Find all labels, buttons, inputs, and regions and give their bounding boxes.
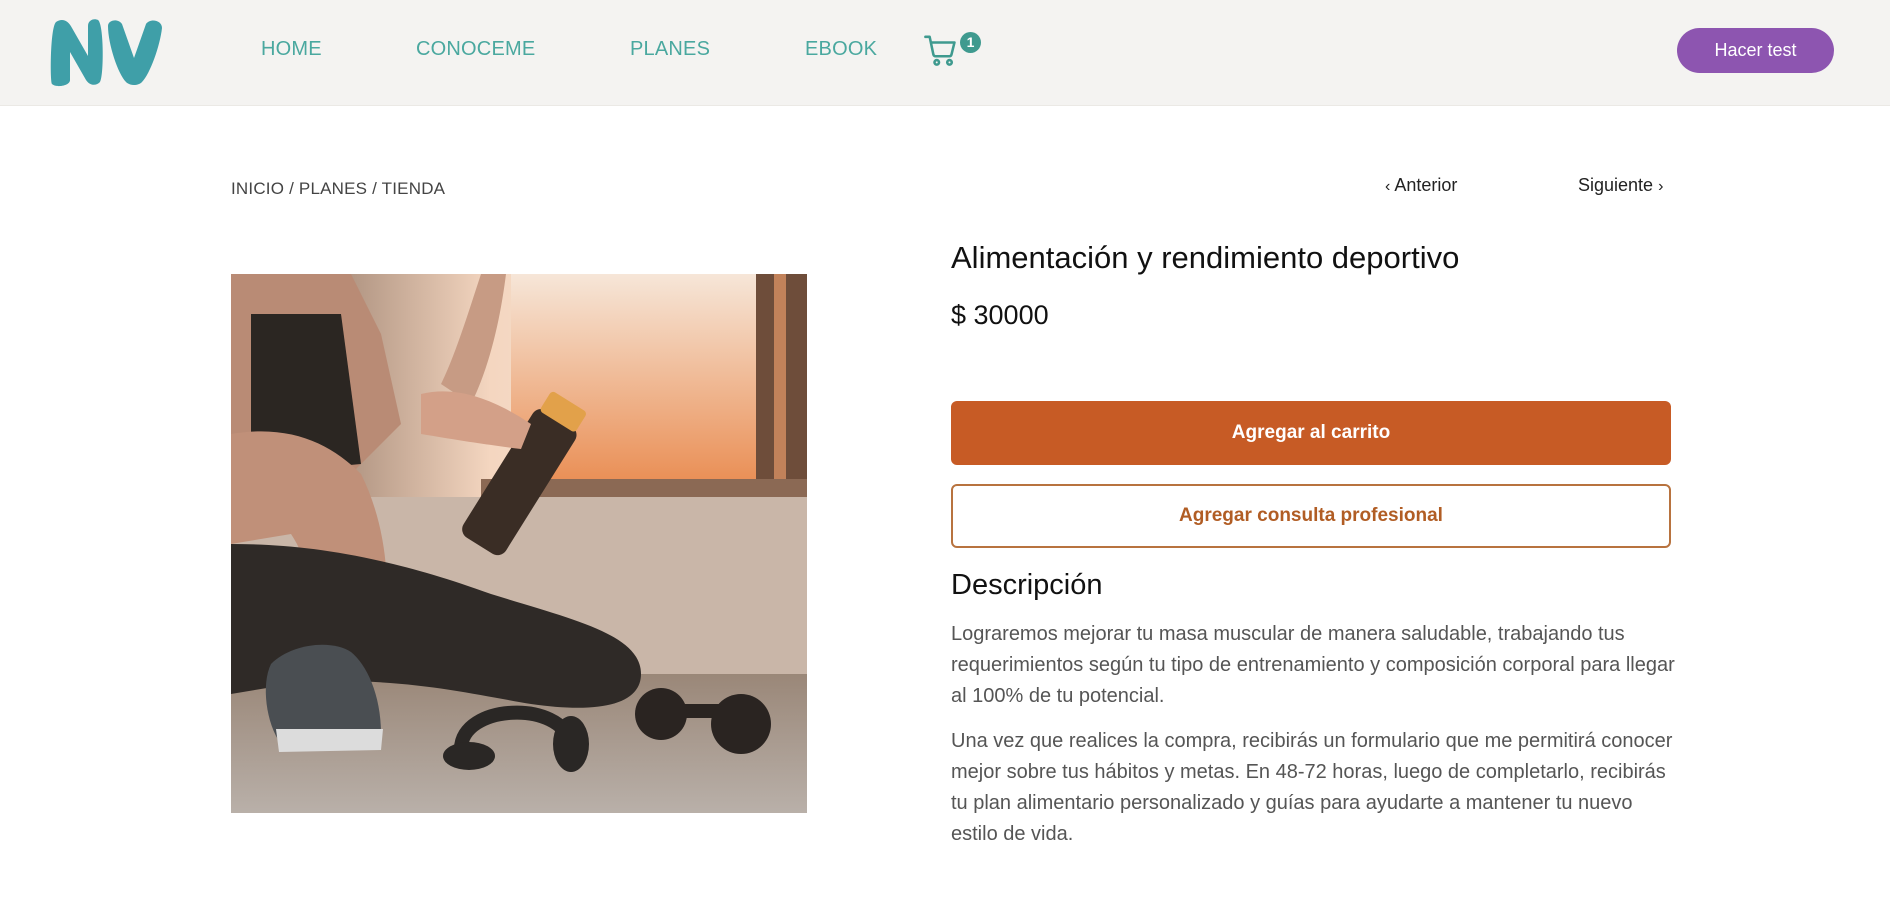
nav-conoceme[interactable]: CONOCEME	[416, 38, 535, 61]
previous-product-link[interactable]: ‹ Anterior	[1385, 175, 1457, 196]
cart-icon	[924, 35, 956, 66]
cart-button[interactable]: 1	[924, 28, 984, 72]
nav-ebook[interactable]: EBOOK	[805, 38, 877, 61]
nav-planes[interactable]: PLANES	[630, 38, 710, 61]
top-navigation-bar: NV HOME CONOCEME PLANES EBOOK 1 Hacer te…	[0, 0, 1890, 106]
add-consultation-button[interactable]: Agregar consulta profesional	[951, 484, 1671, 548]
product-title: Alimentación y rendimiento deportivo	[951, 240, 1460, 275]
description-heading: Descripción	[951, 569, 1103, 601]
chevron-left-icon: ‹	[1385, 178, 1391, 195]
description-paragraph-1: Lograremos mejorar tu masa muscular de m…	[951, 623, 1675, 707]
product-price: $ 30000	[951, 300, 1049, 330]
chevron-right-icon: ›	[1658, 178, 1664, 195]
hacer-test-button[interactable]: Hacer test	[1677, 28, 1834, 73]
nv-logo[interactable]: NV	[48, 16, 168, 88]
breadcrumb[interactable]: INICIO / PLANES / TIENDA	[231, 179, 445, 199]
description-paragraph-2: Una vez que realices la compra, recibirá…	[951, 730, 1673, 845]
product-image	[231, 274, 807, 813]
next-label: Siguiente	[1578, 175, 1654, 195]
cart-count-badge: 1	[960, 32, 981, 53]
nav-home[interactable]: HOME	[261, 38, 322, 61]
next-product-link[interactable]: Siguiente ›	[1578, 175, 1663, 196]
add-to-cart-button[interactable]: Agregar al carrito	[951, 401, 1671, 465]
previous-label: Anterior	[1394, 175, 1458, 195]
